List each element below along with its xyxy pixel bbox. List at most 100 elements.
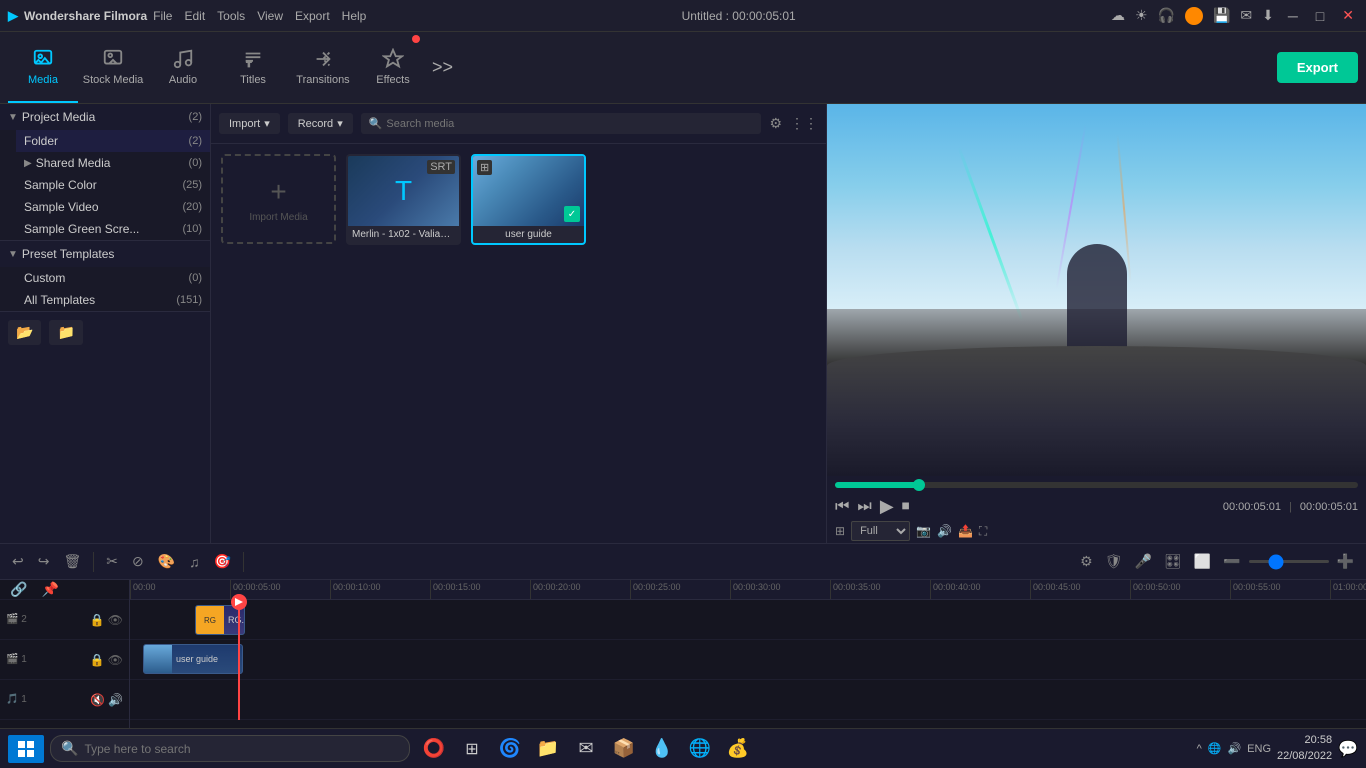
cut-button[interactable]: ✂	[102, 549, 122, 574]
audio1-mute-icon[interactable]: 🔇	[90, 693, 105, 707]
volume-button[interactable]: 🔊	[937, 524, 952, 538]
tool-transitions[interactable]: Transitions	[288, 33, 358, 103]
titlebar-controls[interactable]: ☁ ☀ 🎧 💾 ✉ ⬇ ─ □ ✕	[1111, 7, 1358, 25]
tool-effects[interactable]: Effects	[358, 33, 428, 103]
headphone-icon[interactable]: 🎧	[1158, 7, 1175, 24]
record-button[interactable]: Record ▾	[288, 113, 353, 134]
play-button[interactable]: ▶	[880, 496, 894, 517]
media-card-merlin[interactable]: T SRT Merlin - 1x02 - Valiant.P...	[346, 154, 461, 245]
audio1-volume-icon[interactable]: 🔊	[108, 693, 123, 707]
step-back-button[interactable]: ⏭	[857, 498, 871, 516]
search-box[interactable]: 🔍	[361, 113, 762, 134]
disable-button[interactable]: ⊘	[128, 549, 148, 574]
new-folder-button[interactable]: 📂	[8, 320, 41, 345]
sidebar-item-sample-green[interactable]: Sample Green Scre... (10)	[16, 218, 210, 240]
menu-export[interactable]: Export	[295, 9, 330, 23]
menu-tools[interactable]: Tools	[217, 9, 245, 23]
stop-button[interactable]: ⏹	[902, 498, 910, 516]
menu-file[interactable]: File	[153, 9, 172, 23]
fullscreen-button[interactable]: ⛶	[979, 524, 987, 539]
taskbar-notification[interactable]: 💬	[1338, 739, 1358, 759]
tool-audio[interactable]: Audio	[148, 33, 218, 103]
track2-eye-icon[interactable]: 👁	[108, 613, 123, 627]
taskbar-clock[interactable]: 20:58 22/08/2022	[1277, 733, 1332, 764]
menu-edit[interactable]: Edit	[184, 9, 205, 23]
menu-help[interactable]: Help	[342, 9, 367, 23]
download-icon[interactable]: ⬇	[1262, 7, 1274, 24]
media-card-user-guide[interactable]: ⊞ ✓ user guide	[471, 154, 586, 245]
preview-progress-container[interactable]	[827, 476, 1366, 494]
taskbar-app-globe[interactable]: 🌐	[682, 731, 718, 767]
tool-stock-media[interactable]: Stock Media	[78, 33, 148, 103]
save-icon[interactable]: 💾	[1213, 7, 1230, 24]
taskbar-app-amazon[interactable]: 📦	[606, 731, 642, 767]
playhead[interactable]	[238, 600, 240, 720]
taskbar-app-filmora[interactable]: 💰	[720, 731, 756, 767]
menu-bar[interactable]: File Edit Tools View Export Help	[153, 9, 366, 23]
redo-button[interactable]: ↪	[34, 549, 54, 574]
zoom-in-button[interactable]: ➕	[1333, 549, 1358, 574]
sidebar-item-sample-video[interactable]: Sample Video (20)	[16, 196, 210, 218]
sidebar-item-sample-color[interactable]: Sample Color (25)	[16, 174, 210, 196]
sidebar-item-shared-media[interactable]: ▶ Shared Media (0)	[16, 152, 210, 174]
export-frame-button[interactable]: 📤	[958, 524, 973, 538]
screenshot-button[interactable]: 📷	[916, 524, 931, 538]
export-button[interactable]: Export	[1277, 52, 1358, 83]
sidebar-item-folder[interactable]: Folder (2)	[16, 130, 210, 152]
mail-icon[interactable]: ✉	[1240, 7, 1252, 24]
shield-button[interactable]: 🛡	[1101, 549, 1127, 574]
record-dropdown-icon[interactable]: ▾	[337, 117, 343, 130]
search-input[interactable]	[386, 118, 753, 130]
taskbar-app-folder[interactable]: 📁	[530, 731, 566, 767]
maximize-button[interactable]: □	[1312, 8, 1328, 24]
track-row-video1[interactable]: user guide	[130, 640, 1366, 680]
sidebar-item-custom[interactable]: Custom (0)	[16, 267, 210, 289]
undo-button[interactable]: ↩	[8, 549, 28, 574]
add-to-timeline-button[interactable]: ⊞	[835, 524, 845, 538]
more-tools-button[interactable]: >>	[428, 53, 457, 82]
sun-icon[interactable]: ☀	[1135, 7, 1148, 24]
preview-playhead-dot[interactable]	[913, 479, 925, 491]
import-dropdown-icon[interactable]: ▾	[264, 117, 270, 130]
network-icon[interactable]: 🌐	[1208, 742, 1222, 755]
taskbar-app-taskview[interactable]: ⊞	[454, 731, 490, 767]
minimize-button[interactable]: ─	[1284, 8, 1302, 24]
zoom-slider[interactable]	[1249, 560, 1329, 563]
motion-track-button[interactable]: 🎯	[210, 549, 235, 574]
filter-icon[interactable]: ⚙	[769, 115, 782, 132]
import-folder-button[interactable]: 📁	[49, 320, 82, 345]
link-button[interactable]: 🔗	[6, 580, 31, 602]
taskbar-search-box[interactable]: 🔍	[50, 735, 410, 762]
start-button[interactable]	[8, 735, 44, 763]
track-row-video2[interactable]: RG RG...	[130, 600, 1366, 640]
menu-view[interactable]: View	[257, 9, 283, 23]
taskbar-app-edge[interactable]: 🌀	[492, 731, 528, 767]
taskbar-search-input[interactable]	[84, 742, 399, 756]
caption-button[interactable]: ⬜	[1190, 549, 1215, 574]
taskbar-app-dropbox[interactable]: 💧	[644, 731, 680, 767]
tool-media[interactable]: Media	[8, 33, 78, 103]
audio-stretch-button[interactable]: ♫	[185, 550, 204, 574]
delete-button[interactable]: 🗑	[59, 549, 85, 574]
preview-progress-bar[interactable]	[835, 482, 1358, 488]
grid-icon[interactable]: ⋮⋮	[790, 115, 818, 132]
track1-lock-icon[interactable]: 🔒	[90, 653, 105, 667]
settings-button[interactable]: ⚙	[1076, 549, 1097, 574]
sys-tray-expand[interactable]: ^	[1197, 743, 1202, 755]
sidebar-item-all-templates[interactable]: All Templates (151)	[16, 289, 210, 311]
volume-icon[interactable]: 🔊	[1227, 742, 1241, 755]
mic-button[interactable]: 🎤	[1130, 549, 1155, 574]
track1-eye-icon[interactable]: 👁	[108, 653, 123, 667]
zoom-out-button[interactable]: ➖	[1219, 549, 1244, 574]
skip-back-button[interactable]: ⏮	[835, 498, 849, 516]
mixer-button[interactable]: 🎛	[1160, 549, 1186, 574]
track-clip-user-guide[interactable]: user guide	[143, 644, 243, 674]
import-button[interactable]: Import ▾	[219, 113, 280, 134]
taskbar-app-cortana[interactable]: ⭕	[416, 731, 452, 767]
color-match-button[interactable]: 🎨	[154, 549, 179, 574]
track-row-audio1[interactable]	[130, 680, 1366, 720]
sidebar-preset-templates[interactable]: ▼ Preset Templates	[0, 241, 210, 267]
taskbar-app-mail[interactable]: ✉	[568, 731, 604, 767]
zoom-level-select[interactable]: Full 50% 75% 100%	[851, 521, 910, 541]
tool-titles[interactable]: T Titles	[218, 33, 288, 103]
